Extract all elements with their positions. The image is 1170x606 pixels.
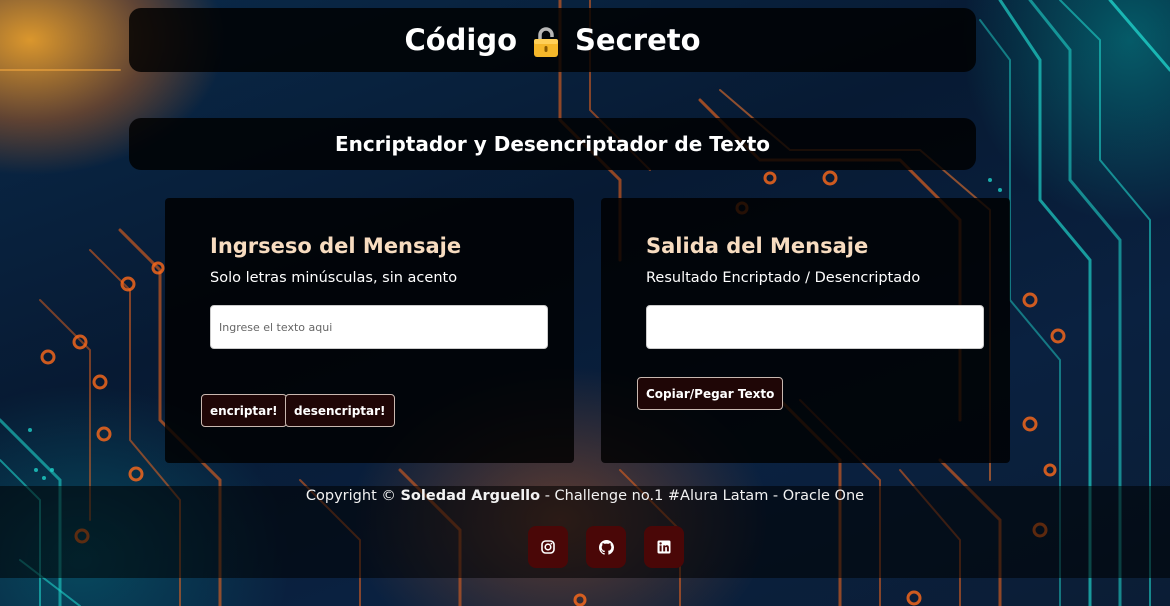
copyright-suffix: - Challenge no.1 #Alura Latam - Oracle O…	[540, 488, 865, 504]
output-hint: Resultado Encriptado / Desencriptado	[646, 270, 921, 286]
copyright-prefix: Copyright ©	[305, 488, 401, 504]
decrypt-button[interactable]: desencriptar!	[285, 394, 395, 427]
output-field[interactable]	[646, 305, 984, 349]
subtitle-bar: Encriptador y Desencriptador de Texto	[129, 118, 976, 170]
page-title-right: Secreto	[575, 23, 701, 57]
copy-button[interactable]: Copiar/Pegar Texto	[637, 377, 784, 410]
encrypt-button[interactable]: encriptar!	[201, 394, 287, 427]
input-heading: Ingrseso del Mensaje	[210, 234, 462, 258]
copyright: Copyright © Soledad Arguello - Challenge…	[0, 488, 1170, 504]
title-bar: Código Secreto	[129, 8, 976, 72]
message-input[interactable]	[210, 305, 548, 349]
output-heading: Salida del Mensaje	[646, 234, 869, 258]
page-subtitle: Encriptador y Desencriptador de Texto	[334, 132, 771, 156]
input-hint: Solo letras minúsculas, sin acento	[210, 270, 458, 286]
github-link[interactable]	[586, 526, 626, 568]
github-icon	[598, 539, 614, 555]
linkedin-icon	[657, 540, 671, 554]
input-panel: Ingrseso del Mensaje Solo letras minúscu…	[165, 198, 574, 463]
lock-icon	[531, 25, 561, 59]
instagram-link[interactable]	[528, 526, 568, 568]
page-title-left: Código	[404, 23, 518, 57]
instagram-icon	[541, 540, 555, 554]
author-name: Soledad Arguello	[400, 488, 541, 504]
linkedin-link[interactable]	[644, 526, 684, 568]
output-panel: Salida del Mensaje Resultado Encriptado …	[601, 198, 1010, 463]
footer: Copyright © Soledad Arguello - Challenge…	[0, 486, 1170, 578]
